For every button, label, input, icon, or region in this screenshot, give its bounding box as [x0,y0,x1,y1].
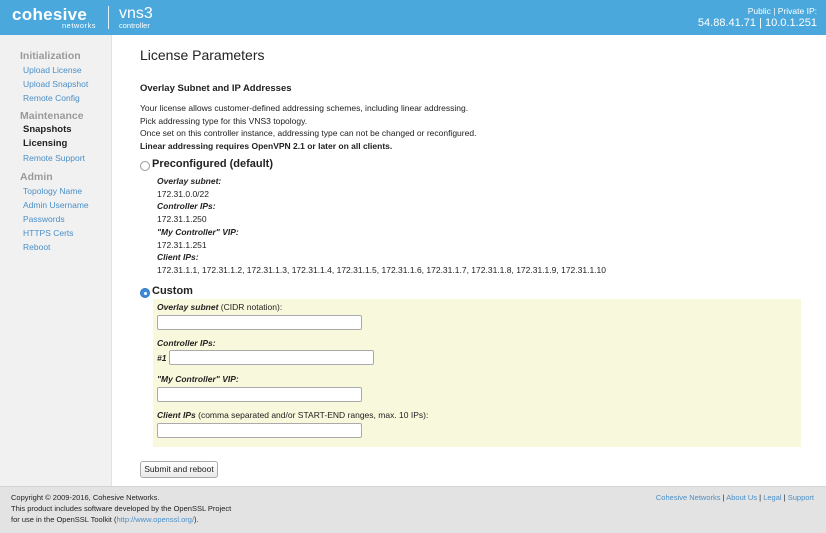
preconfigured-overlay-subnet-value: 172.31.0.0/22 [157,189,209,199]
logo-subtitle: networks [62,21,97,30]
footer-separator: | [722,493,725,502]
footer-link-cohesive-networks[interactable]: Cohesive Networks [656,493,721,502]
nav-item-reboot[interactable]: Reboot [23,242,50,252]
custom-vip-label-text: "My Controller" VIP [157,374,236,384]
nav-item-admin-username[interactable]: Admin Username [23,200,89,210]
nav-item-https-certs[interactable]: HTTPS Certs [23,228,74,238]
nav-heading-admin: Admin [20,171,53,183]
custom-overlay-subnet-label: Overlay subnet (CIDR notation): [157,302,282,312]
footer-separator: | [783,493,786,502]
client-ips-input[interactable] [157,423,362,438]
sidebar: Initialization Upload License Upload Sna… [0,35,112,486]
logo-divider [108,6,109,29]
preconfigured-client-ips-label-text: Client IPs [157,252,196,262]
preconfigured-vip-label-text: "My Controller" VIP [157,227,236,237]
preconfigured-controller-ips-label: Controller IPs: [157,201,216,211]
footer-link-about-us[interactable]: About Us [726,493,757,502]
nav-heading-maintenance: Maintenance [20,110,84,122]
footer-link-legal[interactable]: Legal [763,493,781,502]
preconfigured-controller-ips-value: 172.31.1.250 [157,214,207,224]
nav-item-remote-config[interactable]: Remote Config [23,93,80,103]
preconfigured-controller-ips-label-text: Controller IPs [157,201,213,211]
product-subtitle: controller [119,21,150,30]
preconfigured-overlay-subnet-label: Overlay subnet: [157,176,222,186]
custom-overlay-subnet-hint: (CIDR notation): [220,302,283,312]
preconfigured-radio[interactable] [140,161,150,171]
nav-item-snapshots[interactable]: Snapshots [23,124,72,135]
nav-item-licensing[interactable]: Licensing [23,138,67,149]
footer-copyright: Copyright © 2009-2016, Cohesive Networks… [11,493,160,502]
footer-openssl-pre: for use in the OpenSSL Toolkit ( [11,515,117,524]
nav-item-remote-support[interactable]: Remote Support [23,153,85,163]
description-line-3: Once set on this controller instance, ad… [140,128,477,138]
footer-link-support[interactable]: Support [788,493,814,502]
footer-openssl-line-1: This product includes software developed… [11,504,232,513]
nav-heading-initialization: Initialization [20,50,81,62]
preconfigured-client-ips-label: Client IPs: [157,252,199,262]
ip-label: Public | Private IP: [747,6,817,16]
preconfigured-vip-label: "My Controller" VIP: [157,227,239,237]
custom-controller-ips-label-text: Controller IPs [157,338,213,348]
ip-value: 54.88.41.71 | 10.0.1.251 [697,17,817,29]
custom-client-ips-label-text: Client IPs [157,410,196,420]
top-header: cohesive networks vns3 controller Public… [0,0,826,35]
custom-client-ips-label: Client IPs (comma separated and/or START… [157,410,428,420]
page-title: License Parameters [140,47,265,63]
preconfigured-label[interactable]: Preconfigured (default) [152,158,273,170]
footer-openssl-line-2: for use in the OpenSSL Toolkit (http://w… [11,515,199,524]
nav-item-upload-snapshot[interactable]: Upload Snapshot [23,79,88,89]
description-line-4: Linear addressing requires OpenVPN 2.1 o… [140,141,393,151]
footer-openssl-post: ). [194,515,199,524]
custom-vip-label: "My Controller" VIP: [157,374,239,384]
overlay-subnet-input[interactable] [157,315,362,330]
vip-input[interactable] [157,387,362,402]
footer: Copyright © 2009-2016, Cohesive Networks… [0,486,826,533]
openssl-link[interactable]: http://www.openssl.org/ [116,515,194,524]
description-line-2: Pick addressing type for this VNS3 topol… [140,116,308,126]
custom-label[interactable]: Custom [152,285,193,297]
custom-client-ips-hint: (comma separated and/or START-END ranges… [198,410,429,420]
controller-ip-index: #1 [157,353,167,363]
nav-item-passwords[interactable]: Passwords [23,214,65,224]
description-line-1: Your license allows customer-defined add… [140,103,469,113]
controller-ip-input[interactable] [169,350,374,365]
submit-and-reboot-button[interactable]: Submit and reboot [140,461,218,478]
custom-radio[interactable] [140,288,150,298]
custom-controller-ips-label: Controller IPs: [157,338,216,348]
footer-links: Cohesive Networks | About Us | Legal | S… [656,493,814,502]
preconfigured-client-ips-value: 172.31.1.1, 172.31.1.2, 172.31.1.3, 172.… [157,265,606,275]
main-content: License Parameters Overlay Subnet and IP… [113,35,826,486]
custom-overlay-subnet-label-text: Overlay subnet [157,302,219,312]
preconfigured-vip-value: 172.31.1.251 [157,240,207,250]
preconfigured-overlay-subnet-label-text: Overlay subnet [157,176,219,186]
nav-item-topology-name[interactable]: Topology Name [23,186,82,196]
section-title: Overlay Subnet and IP Addresses [140,83,292,94]
nav-item-upload-license[interactable]: Upload License [23,65,82,75]
footer-separator: | [759,493,762,502]
